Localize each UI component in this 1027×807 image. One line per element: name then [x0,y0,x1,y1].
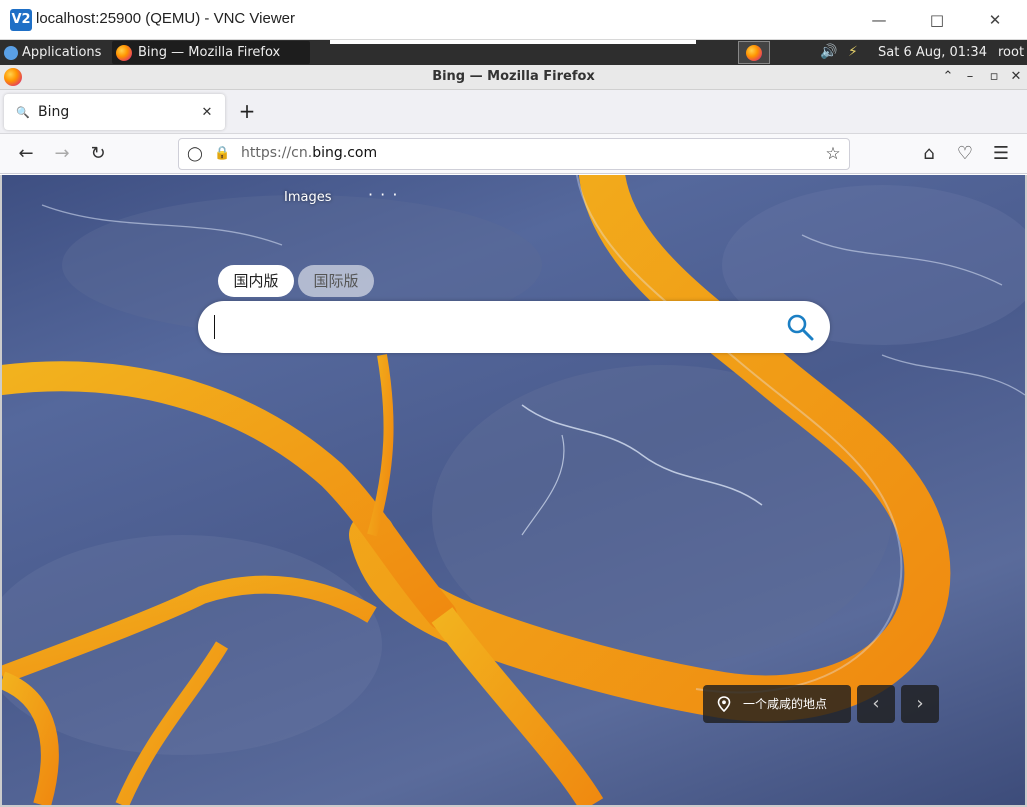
url-bar[interactable]: ◯ 🔒 https://cn.bing.com ☆ [178,138,850,170]
new-tab-button[interactable]: + [236,100,258,122]
location-pin-icon [717,696,731,712]
firefox-icon [746,44,762,61]
firefox-icon [116,44,132,61]
taskbar-item-label: Bing — Mozilla Firefox [138,45,281,60]
bing-page: Images · · · 国内版 国际版 一个咸咸的地点 ‹ › [2,175,1025,805]
search-favicon-icon: 🔍 [16,105,30,119]
volume-icon[interactable]: 🔊 [820,40,837,65]
tab-strip: 🔍 Bing ✕ + [0,90,1027,134]
previous-image-button[interactable]: ‹ [857,685,895,723]
home-icon[interactable]: ⌂ [917,142,941,166]
search-box[interactable] [198,301,830,353]
tab-label: Bing [38,104,70,120]
tab-close-icon[interactable]: ✕ [197,105,217,120]
network-icon[interactable]: ⚡ [848,40,858,65]
vnc-titlebar: V2 localhost:25900 (QEMU) - VNC Viewer —… [0,0,1027,40]
scope-domestic-button[interactable]: 国内版 [218,265,294,297]
image-caption: 一个咸咸的地点 [743,697,828,711]
back-arrow-icon[interactable]: ← [14,142,38,166]
shield-icon[interactable]: ◯ [187,146,203,162]
firefox-titlebar: Bing — Mozilla Firefox ⌃ – ▫ ✕ [0,65,1027,90]
reload-icon[interactable]: ↻ [86,142,110,166]
more-menu-icon[interactable]: · · · [368,185,398,204]
tab-bing[interactable]: 🔍 Bing ✕ [4,94,225,130]
vnc-window-title: localhost:25900 (QEMU) - VNC Viewer [36,10,295,27]
close-icon[interactable]: ✕ [980,6,1010,34]
hamburger-menu-icon[interactable]: ☰ [989,142,1013,166]
url-text[interactable]: https://cn.bing.com [241,145,377,161]
pocket-icon[interactable]: ♡ [953,142,977,166]
image-caption-button[interactable]: 一个咸咸的地点 [703,685,851,723]
close-icon[interactable]: ✕ [1007,68,1025,86]
search-input[interactable] [216,311,776,343]
lock-icon[interactable]: 🔒 [214,146,230,162]
collapse-icon[interactable]: ⌃ [939,68,957,86]
firefox-window-title: Bing — Mozilla Firefox [432,69,595,84]
forward-arrow-icon[interactable]: → [50,142,74,166]
panel-clock[interactable]: Sat 6 Aug, 01:34 [878,40,987,65]
applications-icon [4,45,18,60]
taskbar-item-firefox[interactable]: Bing — Mozilla Firefox [112,41,310,64]
maximize-icon[interactable]: □ [922,6,952,34]
minimize-icon[interactable]: — [864,6,894,34]
bookmark-star-icon[interactable]: ☆ [823,144,843,164]
scope-international-button[interactable]: 国际版 [298,265,374,297]
search-icon[interactable] [786,313,814,341]
applications-label: Applications [22,45,102,60]
navigation-toolbar: ← → ↻ ◯ 🔒 https://cn.bing.com ☆ ⌂ ♡ ☰ [0,134,1027,174]
applications-menu[interactable]: Applications [4,40,101,65]
desktop-panel: Applications Bing — Mozilla Firefox 🔊 ⚡ … [0,40,1027,65]
url-domain: bing.com [312,145,378,161]
maximize-icon[interactable]: ▫ [985,68,1003,86]
vnc-logo-icon: V2 [10,9,32,31]
panel-divider [330,40,696,44]
panel-user[interactable]: root [998,40,1024,65]
next-image-button[interactable]: › [901,685,939,723]
url-prefix: https://cn. [241,145,313,161]
text-caret [214,315,215,339]
tray-firefox-button[interactable] [738,41,770,64]
minimize-icon[interactable]: – [961,68,979,86]
images-link[interactable]: Images [284,190,332,205]
